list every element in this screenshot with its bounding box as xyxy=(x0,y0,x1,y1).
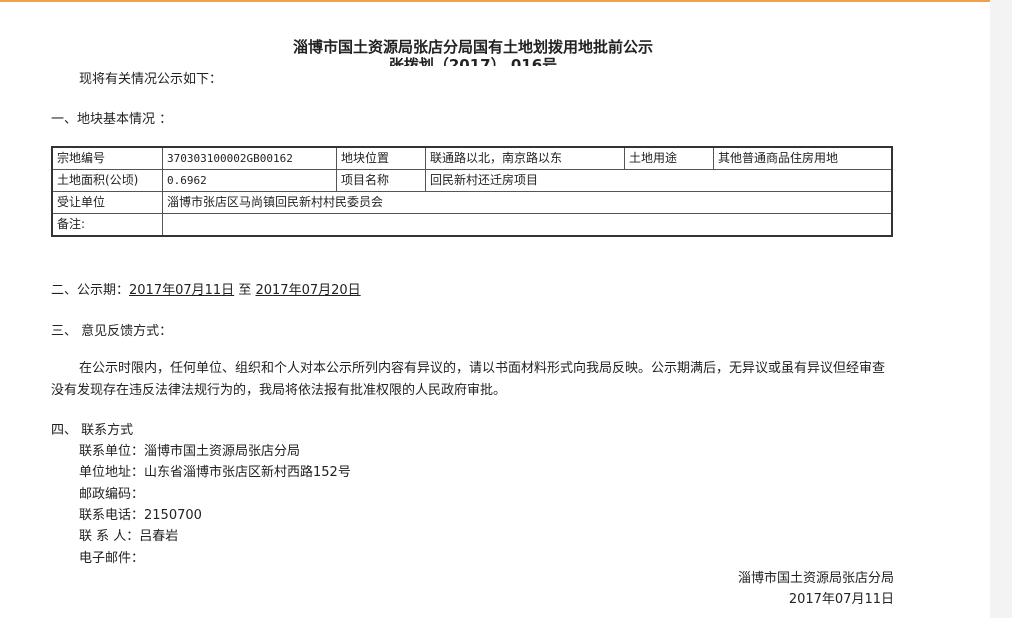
land-info-table: 宗地编号 370303100002GB00162 地块位置 联通路以北，南京路以… xyxy=(51,146,893,237)
table-cell-value xyxy=(162,213,893,237)
table-cell-label: 地块位置 xyxy=(336,146,426,170)
end-date: 2017年07月20日 xyxy=(255,283,361,298)
intro-text: 现将有关情况公示如下： xyxy=(79,72,223,87)
document-title: 淄博市国土资源局张店分局国有土地划拨用地批前公示 xyxy=(292,38,653,56)
table-row: 土地面积(公顷) 0.6962 项目名称 回民新村还迁房项目 xyxy=(51,169,893,192)
section3-body: 在公示时限内，任何单位、组织和个人对本公示所列内容有异议的，请以书面材料形式向我… xyxy=(51,361,886,398)
signature-date: 2017年07月11日 xyxy=(788,592,894,607)
section1-heading: 一、地块基本情况 ： xyxy=(51,112,173,127)
document-subtitle-text: 张拨划（2017） 016号 xyxy=(388,56,558,66)
contact-postcode: 邮政编码： xyxy=(79,487,145,502)
table-cell-label: 项目名称 xyxy=(336,169,426,192)
section2-prefix: 二、公示期： xyxy=(51,283,130,298)
table-row: 宗地编号 370303100002GB00162 地块位置 联通路以北，南京路以… xyxy=(51,146,893,170)
scrollbar-track[interactable] xyxy=(990,0,1012,616)
table-cell-label: 受让单位 xyxy=(51,191,163,214)
section2-to: 至 xyxy=(238,283,252,298)
table-cell-value: 淄博市张店区马尚镇回民新村村民委员会 xyxy=(162,191,893,214)
signature-org: 淄博市国土资源局张店分局 xyxy=(737,571,894,586)
section3-heading: 三、 意见反馈方式： xyxy=(51,324,173,339)
document-subtitle: 张拨划（2017） 016号 xyxy=(0,56,946,66)
table-cell-value: 其他普通商品住房用地 xyxy=(713,146,893,170)
section4-heading: 四、 联系方式 xyxy=(51,423,134,438)
contact-address: 单位地址：山东省淄博市张店区新村西路152号 xyxy=(79,465,351,480)
contact-phone: 联系电话：2150700 xyxy=(79,508,202,523)
start-date: 2017年07月11日 xyxy=(129,283,235,298)
contact-person: 联 系 人：吕春岩 xyxy=(79,529,179,544)
table-row: 备注: xyxy=(51,213,893,237)
section2-period: 二、公示期：2017年07月11日 至 2017年07月20日 xyxy=(51,279,361,298)
contact-email: 电子邮件： xyxy=(79,551,145,566)
table-cell-value: 370303100002GB00162 xyxy=(162,146,337,170)
table-cell-value: 回民新村还迁房项目 xyxy=(425,169,893,192)
contact-unit: 联系单位：淄博市国土资源局张店分局 xyxy=(79,444,301,459)
table-cell-label: 宗地编号 xyxy=(51,146,163,170)
table-cell-value: 0.6962 xyxy=(162,169,337,192)
table-cell-label: 土地面积(公顷) xyxy=(51,169,163,192)
table-row: 受让单位 淄博市张店区马尚镇回民新村村民委员会 xyxy=(51,191,893,214)
document-page: 淄博市国土资源局张店分局国有土地划拨用地批前公示 张拨划（2017） 016号 … xyxy=(0,0,990,618)
table-cell-label: 备注: xyxy=(51,213,163,237)
table-cell-label: 土地用途 xyxy=(624,146,714,170)
table-cell-value: 联通路以北，南京路以东 xyxy=(425,146,625,170)
